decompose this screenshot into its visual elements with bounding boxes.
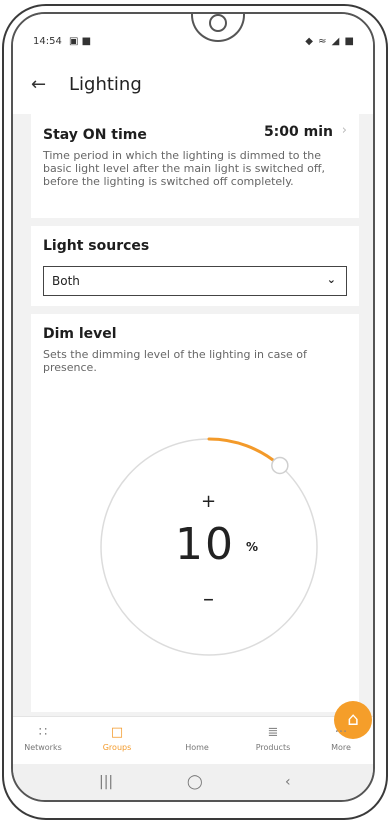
status-time: 14:54 [33,36,62,47]
increase-button[interactable]: + [201,491,216,512]
dim-level-description: Sets the dimming level of the lighting i… [43,348,307,374]
nav-item-groups[interactable]: □ Groups [89,725,145,752]
dim-level-label: Dim level [43,326,117,342]
dial-knob[interactable] [271,456,289,475]
light-sources-card: Light sources Both ⌄ [31,226,359,306]
decrease-button[interactable]: – [203,587,214,612]
chevron-down-icon: ⌄ [326,273,336,286]
light-sources-select[interactable]: Both ⌄ [43,266,347,296]
more-icon: ··· [334,725,348,740]
nav-item-more[interactable]: ··· More [313,725,369,752]
groups-icon: □ [110,725,124,740]
stay-on-time-card[interactable]: Stay ON time 5:00 min › Time period in w… [31,114,359,218]
dial-level-arc [207,437,282,467]
stay-on-time-label: Stay ON time [43,127,147,143]
system-status-icons: ◆ ≈ ◢ ■ [305,36,355,47]
app-header: ← Lighting [13,58,373,114]
dim-level-value: 10 [175,519,235,570]
notification-icons: ▣ ■ [69,36,92,47]
bottom-navigation: ∷ Networks □ Groups ⌂ Home ≣ Products ··… [13,701,373,765]
nav-label: Products [255,743,291,752]
page-title: Lighting [69,74,142,95]
network-icon: ∷ [38,725,48,740]
nav-item-products[interactable]: ≣ Products [245,725,301,752]
system-back-icon[interactable]: ‹ [285,774,291,790]
stay-on-time-value[interactable]: 5:00 min [264,124,333,140]
system-home-icon[interactable]: ◯ [187,774,203,790]
back-arrow-icon[interactable]: ← [31,74,46,95]
camera-icon [209,14,227,32]
screen: 14:54 ▣ ■ ◆ ≈ ◢ ■ ← Lighting Stay ON tim… [11,12,375,802]
dim-level-card: Dim level Sets the dimming level of the … [31,314,359,712]
recent-apps-icon[interactable]: ||| [99,774,113,790]
dim-level-dial[interactable]: + 10 % – [91,429,327,665]
nav-label: Groups [102,743,132,752]
nav-label: Home [185,743,209,752]
chevron-right-icon[interactable]: › [342,123,347,138]
nav-label: Networks [24,743,62,752]
nav-item-home[interactable]: ⌂ Home [169,701,372,752]
light-sources-label: Light sources [43,238,150,254]
light-sources-selected-value: Both [52,274,80,288]
nav-item-networks[interactable]: ∷ Networks [15,725,71,752]
system-navigation-bar: ||| ◯ ‹ [13,764,373,800]
stay-on-time-description: Time period in which the lighting is dim… [43,149,325,188]
nav-label: More [331,743,351,752]
dim-level-unit: % [246,540,259,554]
products-icon: ≣ [267,725,279,740]
